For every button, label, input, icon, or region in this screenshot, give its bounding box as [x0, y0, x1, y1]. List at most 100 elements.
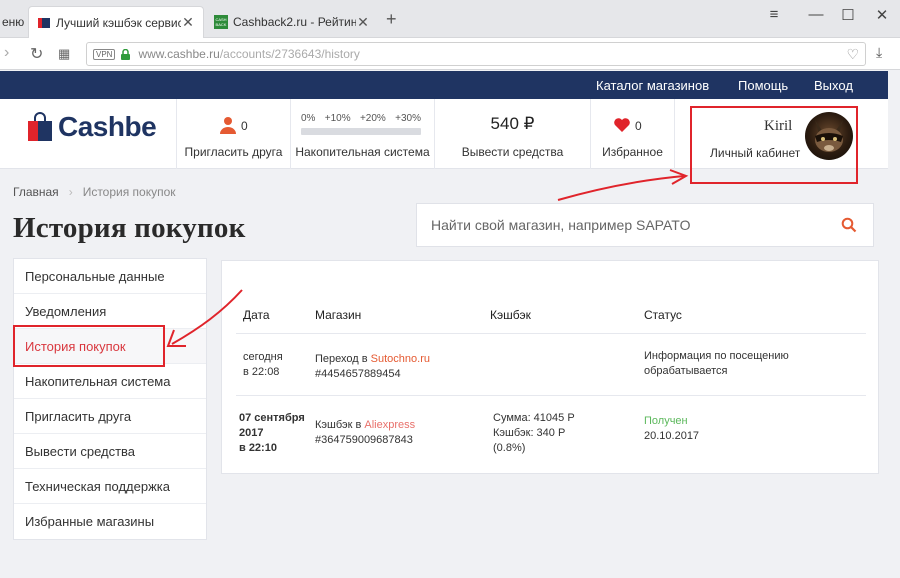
search-input[interactable] [431, 214, 831, 236]
browser-tab-cashback2[interactable]: CASH BACK Cashback2.ru - Рейтинг л ✕ [206, 6, 378, 38]
invite-label: Пригласить друга [184, 145, 283, 159]
browser-tab-partial-title: еню [2, 15, 25, 29]
url-host: www.cashbe.ru [138, 47, 220, 61]
nav-help-link[interactable]: Помощь [738, 78, 788, 93]
browser-tab-partial[interactable]: еню [0, 6, 28, 38]
browser-tab-title: Лучший кэшбэк сервис С [56, 15, 181, 30]
url-path: /accounts/2736643/history [219, 47, 360, 61]
vpn-badge[interactable]: VPN [93, 48, 116, 60]
favorites-count: 0 [635, 119, 642, 133]
table-divider [236, 333, 866, 334]
column-header-cashback: Кэшбэк [490, 308, 531, 322]
status-badge: Получен [644, 415, 688, 427]
cashback-line: (0.8%) [493, 442, 526, 454]
favorites-widget[interactable]: 0 Избранное [590, 99, 674, 169]
shop-prefix: Кэшбэк в [315, 419, 365, 431]
cashbe-favicon-icon [38, 17, 50, 28]
row2-shop: Кэшбэк в Aliexpress #364759009687843 [315, 418, 415, 448]
maximize-icon[interactable]: ☐ [834, 6, 862, 24]
sidebar-item-favorite-stores[interactable]: Избранные магазины [14, 504, 206, 539]
row2-status: Получен 20.10.2017 [644, 414, 699, 444]
invite-friend-widget[interactable]: 0 Пригласить друга [176, 99, 290, 169]
browser-tab-title: Cashback2.ru - Рейтинг л [233, 15, 356, 29]
browser-tab-cashbe[interactable]: Лучший кэшбэк сервис С ✕ [28, 6, 204, 38]
person-icon [220, 117, 236, 134]
breadcrumb-home-link[interactable]: Главная [13, 185, 59, 199]
shop-order-id: #364759009687843 [315, 434, 413, 446]
row-date-line: 2017 [239, 427, 264, 439]
purchase-history-table: Дата Магазин Кэшбэк Статус сегодня в 22:… [221, 260, 879, 474]
status-line: обрабатывается [644, 365, 728, 377]
nav-logout-link[interactable]: Выход [814, 78, 853, 93]
forward-icon[interactable]: › [4, 44, 9, 62]
heart-icon [614, 118, 630, 132]
sidebar-item-accumulative-system[interactable]: Накопительная система [14, 364, 206, 399]
site-logo[interactable]: Cashbe [26, 111, 157, 143]
svg-text:BACK: BACK [216, 22, 227, 27]
status-line: Информация по посещению [644, 350, 789, 362]
breadcrumb-separator-icon: › [68, 185, 73, 199]
tabs-menu-icon[interactable]: ≡ [760, 6, 788, 23]
lock-icon [121, 48, 131, 60]
shop-link[interactable]: Sutochno.ru [371, 353, 430, 365]
invite-count: 0 [241, 119, 248, 133]
shop-prefix: Переход в [315, 353, 371, 365]
balance-amount: 540 ₽ [490, 114, 535, 133]
accumulative-system-widget[interactable]: 0% +10% +20% +30% Накопительная система [290, 99, 434, 169]
shop-order-id: #4454657889454 [315, 368, 401, 380]
progress-ticks: 0% +10% +20% +30% [301, 113, 421, 124]
withdraw-widget[interactable]: 540 ₽ Вывести средства [434, 99, 590, 169]
cabinet-highlight-box [690, 106, 858, 184]
tick-label: +10% [324, 113, 351, 124]
bookmark-heart-icon[interactable]: ♡ [846, 46, 859, 63]
row-date-line: в 22:10 [239, 442, 277, 454]
row1-status: Информация по посещению обрабатывается [644, 349, 789, 379]
breadcrumb-current: История покупок [82, 185, 176, 199]
arrow-to-cabinet [557, 169, 689, 201]
speed-dial-icon[interactable]: ▦ [58, 46, 70, 62]
window-close-icon[interactable]: ✕ [868, 6, 896, 24]
nav-catalog-link[interactable]: Каталог магазинов [596, 78, 709, 93]
site-top-nav: Каталог магазинов Помощь Выход [0, 71, 888, 99]
row2-cashback: Сумма: 41045 Р Кэшбэк: 340 Р (0.8%) [493, 411, 575, 456]
url-field[interactable]: VPN www.cashbe.ru/accounts/2736643/histo… [86, 42, 866, 66]
row1-date: сегодня в 22:08 [243, 350, 283, 380]
row1-shop: Переход в Sutochno.ru #4454657889454 [315, 352, 430, 382]
account-sidebar: Персональные данные Уведомления История … [13, 258, 207, 540]
shop-link[interactable]: Aliexpress [364, 419, 415, 431]
reload-icon[interactable]: ↻ [30, 44, 43, 64]
breadcrumb: Главная › История покупок [13, 185, 176, 199]
row-date-line: в 22:08 [243, 366, 280, 378]
search-icon[interactable] [841, 217, 857, 233]
withdraw-label: Вывести средства [461, 145, 564, 159]
cashback-line: Сумма: 41045 Р [493, 412, 575, 424]
cashback2-favicon-icon: CASH BACK [214, 15, 228, 29]
row-date-line: 07 сентября [239, 412, 305, 424]
download-icon[interactable]: ⤓ [876, 44, 882, 61]
new-tab-button[interactable]: + [386, 9, 397, 30]
column-header-shop: Магазин [315, 308, 362, 322]
cashback-line: Кэшбэк: 340 Р [493, 427, 566, 439]
sidebar-item-personal-data[interactable]: Персональные данные [14, 259, 206, 294]
close-icon[interactable]: ✕ [181, 14, 195, 31]
store-search-box [416, 203, 874, 247]
sidebar-item-withdraw[interactable]: Вывести средства [14, 434, 206, 469]
page-title: История покупок [13, 212, 246, 244]
accumulative-progress-bar [301, 128, 421, 135]
sidebar-item-support[interactable]: Техническая поддержка [14, 469, 206, 504]
minimize-icon[interactable]: — [802, 6, 830, 23]
tick-label: +20% [359, 113, 386, 124]
row-date-line: сегодня [243, 351, 283, 363]
tick-label: 0% [301, 113, 316, 124]
tick-label: +30% [395, 113, 421, 124]
column-header-status: Статус [644, 308, 682, 322]
sidebar-item-notifications[interactable]: Уведомления [14, 294, 206, 329]
history-highlight-box [13, 325, 165, 367]
row2-date: 07 сентября 2017 в 22:10 [239, 411, 305, 456]
address-bar-row: › ↻ ▦ VPN www.cashbe.ru/accounts/2736643… [0, 38, 900, 70]
close-icon[interactable]: ✕ [356, 14, 370, 31]
shopping-bag-icon [28, 112, 52, 141]
column-header-date: Дата [243, 308, 270, 322]
accum-label: Накопительная система [295, 145, 430, 159]
sidebar-item-invite-friend[interactable]: Пригласить друга [14, 399, 206, 434]
